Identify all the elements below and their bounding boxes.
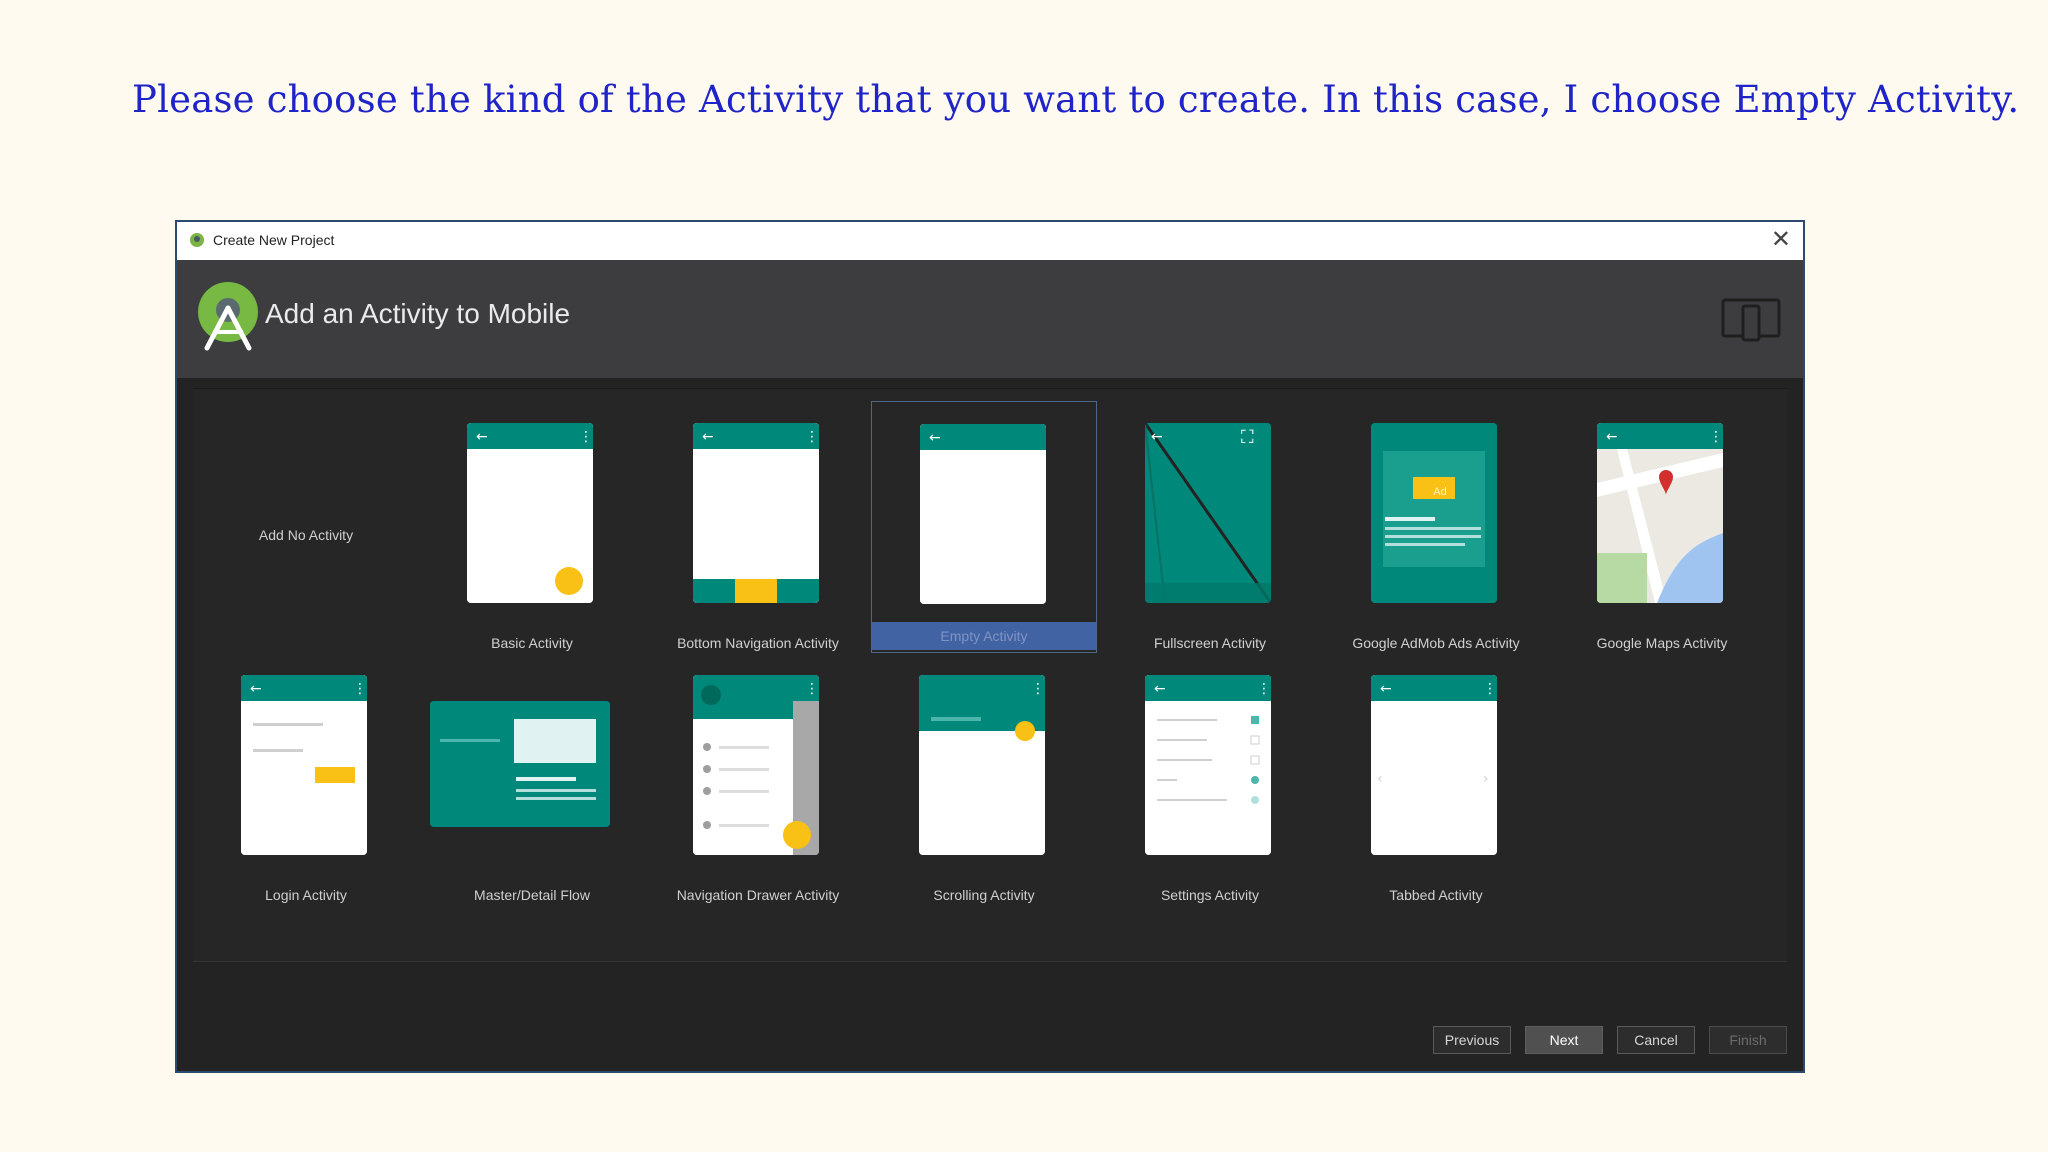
android-studio-small-icon xyxy=(190,233,204,247)
fullscreen-activity-preview: ← ⛶ xyxy=(1145,423,1271,603)
template-tile-google-maps-activity[interactable]: ← ⋮ Google Maps Activity xyxy=(1549,401,1775,653)
svg-text:←: ← xyxy=(1154,681,1166,697)
dialog-title: Create New Project xyxy=(213,232,335,248)
template-tile-scrolling-activity[interactable]: ⋮ Scrolling Activity xyxy=(871,653,1097,905)
svg-text:←: ← xyxy=(929,430,941,446)
basic-activity-preview: ← ⋮ xyxy=(467,423,593,603)
svg-text:⋮: ⋮ xyxy=(1709,429,1723,445)
template-tile-master-detail-flow[interactable]: Master/Detail Flow xyxy=(419,653,645,905)
template-tile-fullscreen-activity[interactable]: ← ⛶ Fullscreen Activity xyxy=(1097,401,1323,653)
template-tile-empty-activity[interactable]: ← Empty Activity xyxy=(871,401,1097,653)
svg-text:⋮: ⋮ xyxy=(353,681,367,697)
bottom-navigation-preview: ← ⋮ xyxy=(693,423,819,603)
svg-text:←: ← xyxy=(702,429,714,445)
next-button[interactable]: Next xyxy=(1525,1026,1603,1054)
template-label: Login Activity xyxy=(265,887,347,903)
cancel-button[interactable]: Cancel xyxy=(1617,1026,1695,1054)
instruction-caption: Please choose the kind of the Activity t… xyxy=(132,78,2020,121)
template-label: Settings Activity xyxy=(1160,887,1260,903)
svg-text:←: ← xyxy=(1606,429,1618,445)
template-label: Navigation Drawer Activity xyxy=(676,887,840,903)
device-form-factor-icon xyxy=(1721,298,1781,342)
svg-text:⋮: ⋮ xyxy=(1257,681,1271,697)
template-label: Scrolling Activity xyxy=(933,887,1035,903)
template-label: Empty Activity xyxy=(872,622,1096,650)
admob-ads-preview xyxy=(1371,423,1497,603)
android-studio-logo-icon xyxy=(198,282,258,351)
svg-text:⋮: ⋮ xyxy=(1483,681,1497,697)
template-label: Google Maps Activity xyxy=(1596,635,1728,651)
svg-text:›: › xyxy=(1483,771,1489,787)
template-tile-login-activity[interactable]: ← ⋮ Login Activity xyxy=(193,653,419,905)
activity-template-gallery: Add No Activity ← ⋮ Basic Activity ← ⋮ B… xyxy=(193,388,1787,962)
template-tile-basic-activity[interactable]: ← ⋮ Basic Activity xyxy=(419,401,645,653)
template-tile-tabbed-activity[interactable]: ← ⋮ ‹ › Tabbed Activity xyxy=(1323,653,1549,905)
close-icon[interactable]: ✕ xyxy=(1771,226,1791,254)
scrolling-activity-preview: ⋮ xyxy=(919,675,1045,855)
login-activity-preview: ← ⋮ xyxy=(241,675,367,855)
template-label: Add No Activity xyxy=(258,527,354,543)
svg-text:‹: ‹ xyxy=(1377,771,1383,787)
dialog-header: Add an Activity to Mobile xyxy=(177,260,1803,378)
svg-text:⋮: ⋮ xyxy=(805,681,819,697)
google-maps-preview: ← ⋮ xyxy=(1597,423,1723,603)
ad-badge: Ad xyxy=(1433,486,1447,498)
dialog-titlebar: Create New Project ✕ xyxy=(177,222,1803,260)
master-detail-preview xyxy=(430,701,610,827)
svg-text:←: ← xyxy=(1380,681,1392,697)
dialog-heading: Add an Activity to Mobile xyxy=(265,298,571,329)
template-tile-add-no-activity[interactable]: Add No Activity xyxy=(193,401,419,653)
template-tile-navigation-drawer-activity[interactable]: ⋮ Navigation Drawer Activity xyxy=(645,653,871,905)
template-label: Tabbed Activity xyxy=(1389,887,1483,903)
create-new-project-dialog: Create New Project ✕ Add an Activity to … xyxy=(175,220,1805,1073)
template-label: Master/Detail Flow xyxy=(474,887,590,903)
settings-activity-preview: ← ⋮ xyxy=(1145,675,1271,855)
tabbed-activity-preview: ← ⋮ ‹ › xyxy=(1371,675,1497,855)
template-tile-bottom-navigation-activity[interactable]: ← ⋮ Bottom Navigation Activity xyxy=(645,401,871,653)
template-tile-settings-activity[interactable]: ← ⋮ Settings Activity xyxy=(1097,653,1323,905)
template-tile-google-admob-ads-activity[interactable]: Ad Google AdMob Ads Activity xyxy=(1323,401,1549,653)
empty-activity-preview: ← xyxy=(920,424,1046,604)
svg-text:←: ← xyxy=(1151,429,1163,445)
svg-text:⋮: ⋮ xyxy=(805,429,819,445)
svg-text:⛶: ⛶ xyxy=(1241,427,1254,448)
previous-button[interactable]: Previous xyxy=(1433,1026,1511,1054)
svg-text:←: ← xyxy=(476,429,488,445)
svg-text:⋮: ⋮ xyxy=(579,429,593,445)
navigation-drawer-preview: ⋮ xyxy=(693,675,819,855)
svg-text:←: ← xyxy=(250,681,262,697)
finish-button[interactable]: Finish xyxy=(1709,1026,1787,1054)
svg-text:⋮: ⋮ xyxy=(1031,681,1045,697)
